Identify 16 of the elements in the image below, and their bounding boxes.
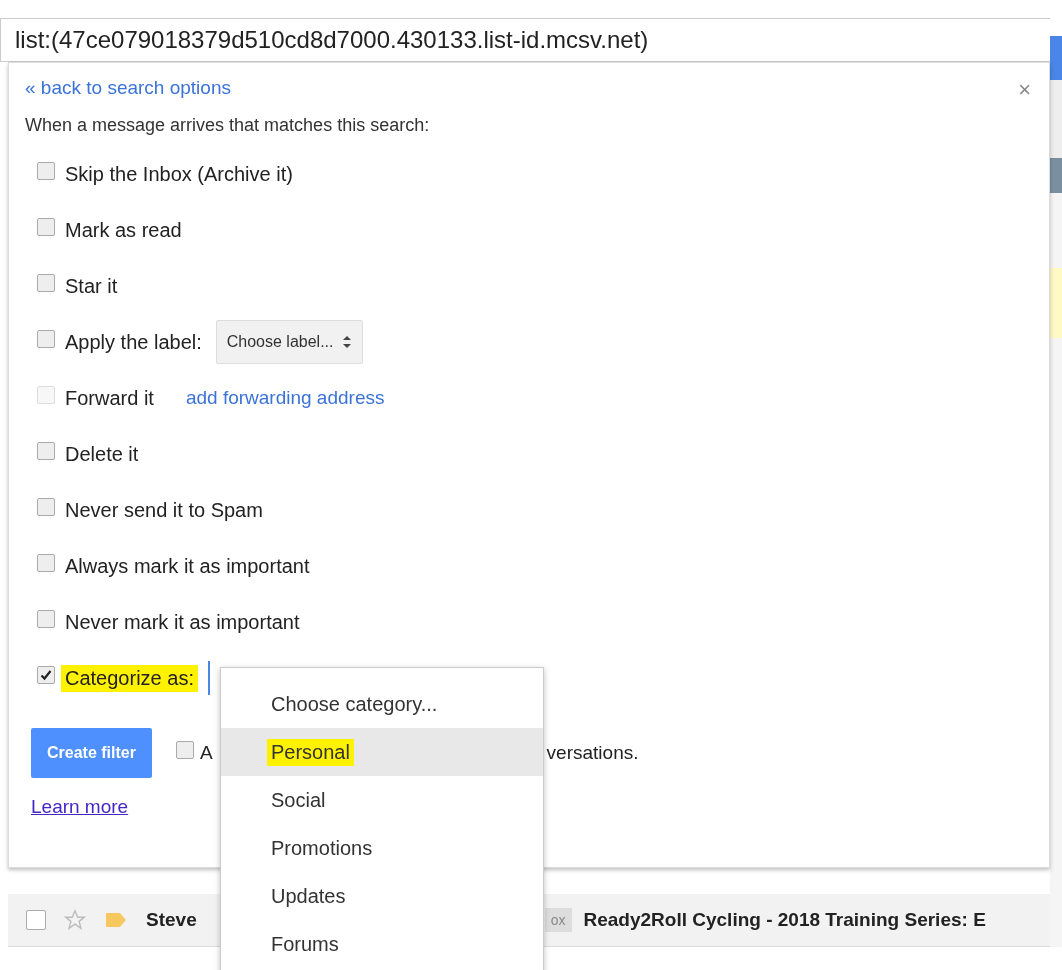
option-label: Delete it [64,441,140,467]
option-label: Never mark it as important [64,609,301,635]
option-label: Always mark it as important [64,553,311,579]
intro-text: When a message arrives that matches this search: [25,115,431,136]
option-label: Star it [64,273,119,299]
option-label: Apply the label: [64,329,203,355]
inbox-badge: ox [544,908,572,932]
option-label: Forward it [64,385,155,411]
option-label: Categorize as: [61,664,198,692]
option-label: Skip the Inbox (Archive it) [64,161,294,187]
apply-text: A [199,742,213,764]
sender: Steve [146,909,197,931]
option-label: Mark as read [64,217,183,243]
apply-text: versations. [546,742,639,764]
subject: Ready2Roll Cycling - 2018 Training Series: E [583,909,986,931]
option-label: Never send it to Spam [64,497,264,523]
